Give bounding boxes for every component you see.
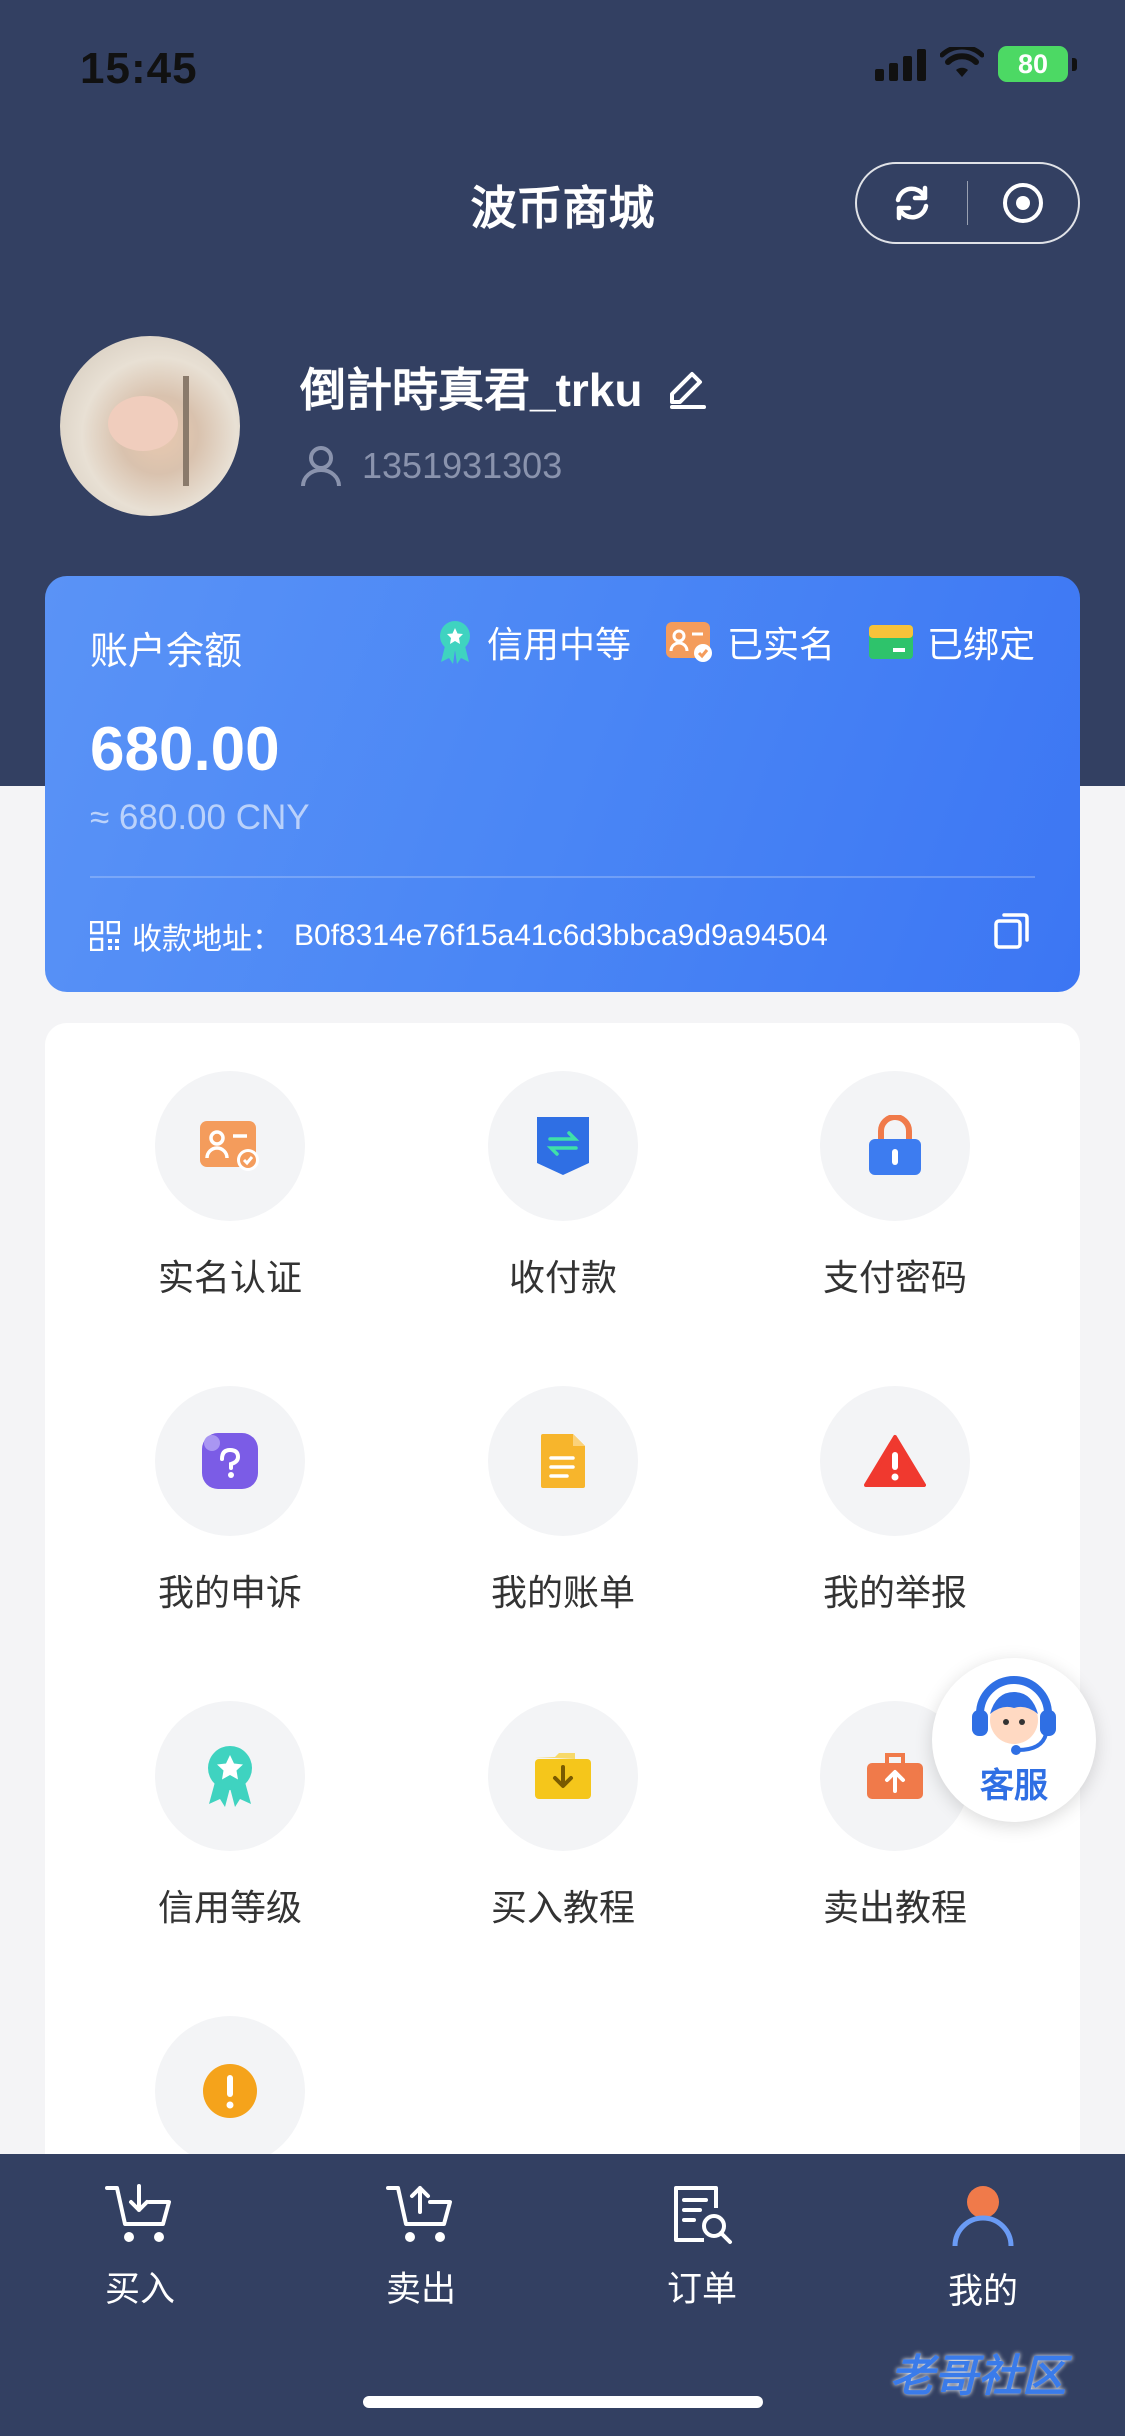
avatar-shell [108, 396, 178, 451]
status-icons: 80 [875, 46, 1077, 82]
tab-sell[interactable]: 卖出 [321, 2184, 521, 2312]
bill-icon [541, 1434, 585, 1488]
tab-mine[interactable]: 我的 [883, 2184, 1083, 2314]
tab-label: 订单 [666, 2270, 737, 2309]
bound-badge[interactable]: 已绑定 [868, 616, 1035, 668]
menu-item-label: 信用等级 [157, 1887, 302, 1928]
menu-item-payments[interactable]: 收付款 [413, 1071, 713, 1301]
order-icon [674, 2186, 732, 2244]
id-card-icon [665, 622, 712, 662]
avatar-tower [172, 376, 200, 486]
menu-item-appeal[interactable]: 我的申诉 [80, 1386, 380, 1616]
menu-item-circle [488, 1071, 638, 1221]
balance-cny: ≈ 680.00 CNY [90, 798, 310, 837]
refresh-icon [895, 185, 928, 221]
transfer-icon [537, 1117, 589, 1175]
address-value: B0f8314e76f15a41c6d3bbca9d9a94504 [294, 919, 828, 952]
menu-item-label: 实名认证 [157, 1257, 302, 1298]
close-target-button[interactable] [968, 164, 1078, 242]
cart-sell-icon [386, 2186, 452, 2242]
credit-label: 信用中等 [486, 624, 631, 665]
phone-number: 1351931303 [362, 445, 563, 486]
badges-row: 信用中等 已实名 已绑定 [437, 616, 1035, 668]
exclamation-icon [203, 2064, 257, 2118]
menu-item-label: 我的申诉 [157, 1572, 302, 1613]
qr-code-icon[interactable] [90, 921, 120, 951]
copy-icon[interactable] [992, 910, 1032, 950]
target-icon [1003, 183, 1044, 223]
customer-service-label: 客服 [980, 1766, 1048, 1805]
menu-item-report[interactable]: 我的举报 [745, 1386, 1045, 1616]
menu-item-label: 买入教程 [490, 1887, 635, 1928]
phone-row: 1351931303 [300, 444, 562, 488]
menu-item-real-name[interactable]: 实名认证 [80, 1071, 380, 1301]
bound-label: 已绑定 [926, 624, 1035, 665]
battery-icon: 80 [998, 46, 1068, 82]
home-indicator[interactable] [363, 2396, 763, 2408]
id-card-icon [200, 1121, 259, 1171]
menu-item-label: 卖出教程 [822, 1887, 967, 1928]
menu-item-label: 我的举报 [822, 1572, 967, 1613]
tab-orders[interactable]: 订单 [602, 2184, 802, 2312]
username-row: 倒計時真君_trku [300, 354, 710, 420]
menu-item-label: 收付款 [508, 1257, 617, 1298]
bank-card-icon [868, 625, 913, 659]
sell-tutorial-icon [867, 1753, 923, 1799]
customer-service-button[interactable]: 客服 [932, 1658, 1096, 1822]
wifi-icon [940, 47, 984, 77]
status-time: 15:45 [80, 44, 198, 93]
menu-item-circle [155, 1701, 305, 1851]
question-icon [202, 1433, 258, 1489]
cart-buy-icon [105, 2184, 171, 2242]
menu-item-circle [488, 1701, 638, 1851]
address-row: 收款地址： B0f8314e76f15a41c6d3bbca9d9a94504 [90, 914, 828, 958]
tab-label: 买入 [104, 2270, 175, 2309]
menu-item-buy-tutorial[interactable]: 买入教程 [413, 1701, 713, 1931]
warning-icon [864, 1435, 926, 1487]
headset-agent-icon [972, 1675, 1056, 1755]
card-divider [90, 876, 1035, 878]
tab-buy[interactable]: 买入 [40, 2184, 240, 2312]
menu-item-circle [488, 1386, 638, 1536]
balance-card: 账户余额 信用中等 已实名 已绑定 680.00 ≈ 680.00 CNY 收款… [45, 576, 1080, 992]
tab-label: 卖出 [385, 2270, 456, 2309]
avatar[interactable] [60, 336, 240, 516]
buy-tutorial-icon [535, 1753, 591, 1799]
balance-amount: 680.00 [90, 715, 280, 784]
verified-badge[interactable]: 已实名 [665, 616, 835, 668]
medal-icon [208, 1746, 252, 1807]
menu-item-circle [155, 1071, 305, 1221]
battery-tip [1072, 57, 1077, 71]
menu-item-circle [820, 1386, 970, 1536]
menu-item-label: 支付密码 [822, 1257, 967, 1298]
username: 倒計時真君_trku [300, 364, 643, 416]
menu-item-circle [155, 1386, 305, 1536]
credit-badge[interactable]: 信用中等 [437, 616, 631, 668]
menu-item-pay-password[interactable]: 支付密码 [745, 1071, 1045, 1301]
watermark-logo: 老哥社区 [890, 2352, 1066, 2401]
address-label: 收款地址： [132, 923, 282, 956]
edit-icon[interactable] [664, 364, 710, 410]
medal-icon [439, 621, 470, 664]
balance-title: 账户余额 [90, 631, 243, 673]
tab-label: 我的 [947, 2272, 1018, 2311]
mini-program-capsule [855, 162, 1080, 244]
verified-label: 已实名 [726, 624, 835, 665]
menu-item-circle [155, 2016, 305, 2166]
signal-icon [875, 47, 926, 81]
menu-item-bills[interactable]: 我的账单 [413, 1386, 713, 1616]
menu-item-circle [820, 1071, 970, 1221]
user-icon [952, 2186, 1014, 2247]
refresh-button[interactable] [857, 164, 967, 242]
lock-icon [869, 1115, 921, 1175]
menu-item-label: 我的账单 [490, 1572, 635, 1613]
person-icon [301, 446, 341, 487]
menu-item-credit-level[interactable]: 信用等级 [80, 1701, 380, 1931]
